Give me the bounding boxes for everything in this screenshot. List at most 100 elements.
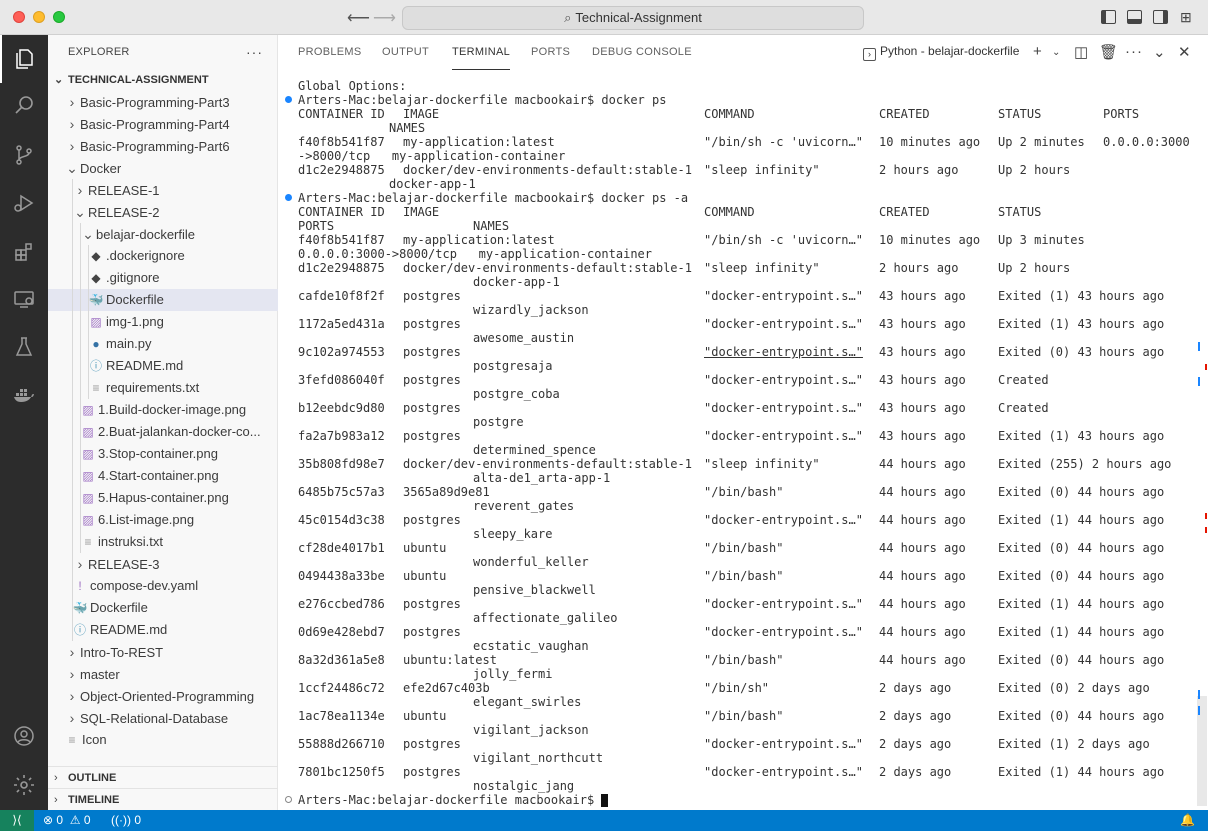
tree-file[interactable]: ▨ 6.List-image.png <box>48 509 278 531</box>
terminal-output[interactable]: Global Options: Arters-Mac:belajar-docker… <box>279 79 1199 810</box>
split-terminal-icon[interactable]: ◫ <box>1074 43 1088 61</box>
terminal-cell: Up 2 hours <box>998 261 1071 275</box>
tab-ports[interactable]: PORTS <box>531 35 570 70</box>
remote-indicator-icon[interactable]: ⟩⟨ <box>0 810 34 831</box>
tab-output[interactable]: OUTPUT <box>382 35 429 70</box>
tab-terminal[interactable]: TERMINAL <box>452 35 511 70</box>
problems-status[interactable]: ⊗ 0 ⚠ 0 <box>43 810 91 831</box>
outline-section[interactable]: › OUTLINE <box>48 766 278 788</box>
tree-folder[interactable]: ⌄ belajar-dockerfile <box>48 223 278 245</box>
accounts-icon[interactable] <box>0 712 48 760</box>
error-icon: ⊗ <box>43 813 54 827</box>
tree-item-label: compose-dev.yaml <box>90 578 199 593</box>
tree-file[interactable]: ◆ .gitignore <box>48 267 278 289</box>
run-debug-icon[interactable] <box>0 179 48 227</box>
toggle-panel-icon[interactable] <box>1127 10 1142 24</box>
tree-file[interactable]: 🐳 Dockerfile <box>48 289 278 311</box>
tree-folder[interactable]: ⌄ RELEASE-2 <box>48 201 278 223</box>
toggle-secondary-sidebar-icon[interactable] <box>1153 10 1168 24</box>
tree-folder[interactable]: › RELEASE-3 <box>48 553 278 575</box>
search-icon[interactable] <box>0 81 48 129</box>
tree-file[interactable]: ▨ 2.Buat-jalankan-docker-co... <box>48 421 278 443</box>
terminal-cell: e276ccbed786 <box>298 597 385 611</box>
terminal-cell: sleepy_kare <box>473 527 553 541</box>
terminal-cell: CONTAINER ID <box>298 205 385 219</box>
testing-icon[interactable] <box>0 323 48 371</box>
close-panel-icon[interactable]: ✕ <box>1178 43 1191 61</box>
tree-folder[interactable]: › Intro-To-REST <box>48 641 278 663</box>
tree-file[interactable]: ≡ instruksi.txt <box>48 531 278 553</box>
ports-status[interactable]: ((·)) 0 <box>111 810 141 831</box>
terminal-cell: 2 hours ago <box>879 261 959 275</box>
tree-folder[interactable]: › Basic-Programming-Part6 <box>48 135 278 157</box>
command-decoration-icon[interactable] <box>285 194 292 201</box>
maximize-window-button[interactable] <box>53 11 65 23</box>
tree-file[interactable]: ▨ 4.Start-container.png <box>48 465 278 487</box>
docker-icon[interactable] <box>0 371 48 419</box>
tree-file[interactable]: ! compose-dev.yaml <box>48 575 278 597</box>
source-control-icon[interactable] <box>0 131 48 179</box>
tree-file[interactable]: ⓘ README.md <box>48 355 278 377</box>
more-actions-icon[interactable]: ··· <box>246 35 263 69</box>
indent-guide <box>72 201 73 223</box>
tree-folder[interactable]: › Basic-Programming-Part4 <box>48 113 278 135</box>
ports-count: 0 <box>134 813 142 827</box>
terminal-cell: 8a32d361a5e8 <box>298 653 385 667</box>
extensions-icon[interactable] <box>0 228 48 276</box>
toggle-sidebar-icon[interactable] <box>1101 10 1116 24</box>
tree-folder[interactable]: ⌄ Docker <box>48 157 278 179</box>
terminal-cell: 44 hours ago <box>879 541 966 555</box>
forward-arrow-icon[interactable]: ⟶ <box>373 8 396 28</box>
command-center-search[interactable]: ⌕ Technical-Assignment <box>402 6 864 30</box>
trash-icon[interactable]: 🗑 <box>1099 43 1118 61</box>
info-file-icon: ⓘ <box>73 623 86 637</box>
command-decoration-icon[interactable] <box>285 96 292 103</box>
terminal-cell: PORTS <box>1103 107 1140 121</box>
chevron-down-icon[interactable]: ⌄ <box>1052 47 1060 58</box>
command-pending-icon[interactable] <box>285 796 292 803</box>
tree-file[interactable]: ⓘ README.md <box>48 619 278 641</box>
tree-file[interactable]: 🐳 Dockerfile <box>48 597 278 619</box>
close-window-button[interactable] <box>13 11 25 23</box>
tree-item-label: instruksi.txt <box>98 534 164 549</box>
tree-file[interactable]: ● main.py <box>48 333 278 355</box>
terminal-selector[interactable]: › Python - belajar-dockerfile <box>863 44 1019 61</box>
terminal-cell: efe2d67c403b <box>403 681 490 695</box>
tree-folder[interactable]: › master <box>48 663 278 685</box>
back-arrow-icon[interactable]: ⟵ <box>347 8 370 28</box>
terminal-cell: CREATED <box>879 107 930 121</box>
info-file-icon: ⓘ <box>89 359 102 373</box>
tree-file[interactable]: ▨ 1.Build-docker-image.png <box>48 399 278 421</box>
tree-folder[interactable]: › Basic-Programming-Part3 <box>48 91 278 113</box>
remote-explorer-icon[interactable] <box>0 275 48 323</box>
indent-guide <box>80 377 81 399</box>
tree-folder[interactable]: › RELEASE-1 <box>48 179 278 201</box>
tree-file[interactable]: ≡ Icon <box>48 729 278 751</box>
notifications-bell-icon[interactable]: 🔔 <box>1180 810 1195 831</box>
new-terminal-icon[interactable]: + <box>1033 43 1042 60</box>
indent-guide <box>72 531 73 553</box>
workspace-folder-header[interactable]: ⌄ TECHNICAL-ASSIGNMENT <box>48 69 277 91</box>
chevron-down-icon[interactable]: ⌄ <box>1153 43 1166 61</box>
tab-problems[interactable]: PROBLEMS <box>298 35 362 70</box>
terminal-cell: postgres <box>403 345 461 359</box>
tree-file[interactable]: ◆ .dockerignore <box>48 245 278 267</box>
explorer-icon[interactable] <box>0 35 48 83</box>
timeline-section[interactable]: › TIMELINE <box>48 788 278 810</box>
terminal-cell: Exited (0) 44 hours ago <box>998 541 1165 555</box>
tree-folder[interactable]: › SQL-Relational-Database <box>48 707 278 729</box>
tree-file[interactable]: ▨ 3.Stop-container.png <box>48 443 278 465</box>
customize-layout-icon[interactable]: ⊞ <box>1180 9 1192 26</box>
tree-folder[interactable]: › Object-Oriented-Programming <box>48 685 278 707</box>
terminal-cell: "/bin/bash" <box>704 569 784 583</box>
more-actions-icon[interactable]: ··· <box>1125 43 1143 60</box>
terminal-cell: determined_spence <box>473 443 596 457</box>
tree-file[interactable]: ≡ requirements.txt <box>48 377 278 399</box>
tree-file[interactable]: ▨ img-1.png <box>48 311 278 333</box>
image-file-icon: ▨ <box>82 491 94 505</box>
settings-gear-icon[interactable] <box>0 761 48 809</box>
image-file-icon: ▨ <box>82 469 94 483</box>
tab-debug-console[interactable]: DEBUG CONSOLE <box>592 35 692 70</box>
minimize-window-button[interactable] <box>33 11 45 23</box>
tree-file[interactable]: ▨ 5.Hapus-container.png <box>48 487 278 509</box>
